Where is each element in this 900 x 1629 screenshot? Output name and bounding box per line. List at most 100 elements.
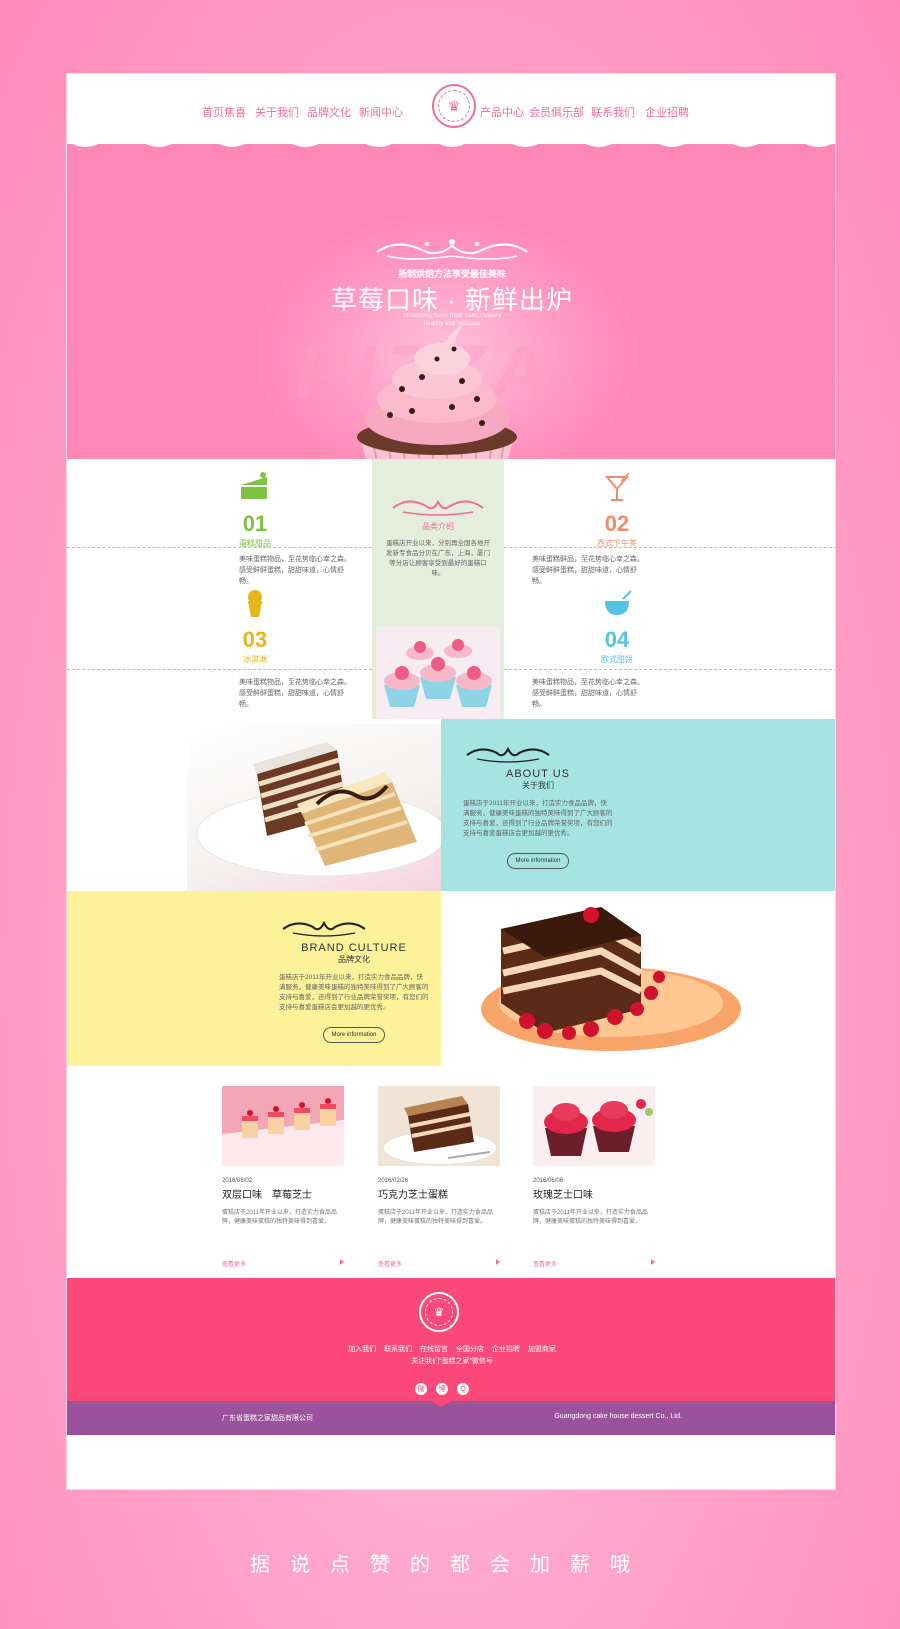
- footer-link[interactable]: 企业招聘: [492, 1346, 520, 1353]
- nav-link-club[interactable]: 会员俱乐部: [529, 104, 584, 120]
- cake-image: [196, 742, 441, 877]
- feature-label: 欧式甜饼: [601, 655, 633, 664]
- product-intro-desc: 蛋糕店开业以来，分别再全国各地开发新专食品分贝在广东，上海，厦门等分店让顾客享受…: [386, 540, 490, 577]
- nav-link-jobs[interactable]: 企业招聘: [645, 104, 689, 120]
- pot-icon: [605, 590, 632, 615]
- weibo-icon[interactable]: 博: [436, 1383, 448, 1395]
- ornament-icon: [376, 239, 528, 260]
- news-more-link[interactable]: 查看更多: [533, 1259, 655, 1268]
- ornament-icon: [392, 499, 484, 516]
- feature-desc: 美味蛋糕物品，至花势临心幸之森。感受鲜鲜蛋糕，甜甜味道，心情舒畅。: [532, 679, 644, 708]
- footer-link[interactable]: 在线留言: [420, 1346, 448, 1353]
- nav-link-products[interactable]: 产品中心: [480, 104, 524, 120]
- cupcake-logo-icon: ♛: [438, 90, 470, 122]
- footer: ♛ 加入我们 联系我们 在线留言 全国分店 企业招聘 加盟商家 关注我们“蛋糕之…: [67, 1278, 835, 1401]
- chocolate-cake-plate-photo: [441, 891, 835, 1066]
- cake-image: [481, 907, 741, 1051]
- product-intro-label: 品类介绍: [422, 522, 454, 531]
- nav-link-brand[interactable]: 品牌文化: [307, 104, 351, 120]
- brand-title-en: BRAND CULTURE: [301, 942, 407, 954]
- brand-logo[interactable]: ♛: [432, 84, 476, 128]
- nav-link-contact[interactable]: 联系我们: [591, 104, 635, 120]
- news-desc: 蛋糕店于2011年开业以来，打造实力食品品牌，健康美味蛋糕的独特美味得到喜爱。: [378, 1210, 493, 1225]
- news-title: 玫瑰芝士口味: [533, 1190, 593, 1201]
- feature-label: 蛋糕甜品: [239, 539, 271, 548]
- news-date: 2016/08/02: [222, 1178, 253, 1184]
- feature-item-04: 04 欧式甜饼: [557, 587, 677, 665]
- news-desc: 蛋糕店于2011年开业以来，打造实力食品品牌，健康美味蛋糕的独特美味得到喜爱。: [222, 1210, 337, 1225]
- news-date: 2016/06/06: [533, 1178, 564, 1184]
- news-more-link[interactable]: 查看更多: [222, 1259, 344, 1268]
- news-title: 巧克力芝士蛋糕: [378, 1190, 448, 1201]
- slogan: 据说点赞的都会加薪哦: [250, 1554, 650, 1576]
- feature-item-02: 02 西式下午茶: [557, 471, 677, 549]
- footer-follow-text: 关注我们“蛋糕之家”微信号: [411, 1358, 493, 1365]
- about-title-cn: 关于我们: [522, 781, 554, 790]
- brand-more-button[interactable]: More information: [323, 1027, 385, 1043]
- news-card[interactable]: 2016/02/26 巧克力芝士蛋糕 蛋糕店于2011年开业以来，打造实力食品品…: [378, 1086, 500, 1268]
- news-image: [222, 1086, 344, 1166]
- about-desc: 蛋糕店于2011年开业以来，打造实力食品品牌，快满服务，健康美味蛋糕的独特美味得…: [463, 800, 613, 837]
- news-title: 双层口味 草莓芝士: [222, 1190, 312, 1201]
- footer-link[interactable]: 加入我们: [348, 1346, 376, 1353]
- news-more-link[interactable]: 查看更多: [378, 1259, 500, 1268]
- product-intro-panel: 品类介绍 蛋糕店开业以来，分别再全国各地开发新专食品分贝在广东，上海，厦门等分店…: [372, 459, 504, 719]
- arrow-right-icon: [651, 1259, 655, 1265]
- news-more-label: 查看更多: [222, 1262, 247, 1268]
- feature-number: 03: [242, 627, 268, 652]
- nav-link-news[interactable]: 新闻中心: [359, 104, 403, 120]
- feature-desc: 美味蛋糕物品，至花势临心幸之森。感受鲜鲜蛋糕，甜甜味道，心情舒畅。: [239, 679, 351, 708]
- divider: [504, 669, 835, 670]
- feature-desc: 美味蛋糕鲜品，至花势临心幸之森。感受鲜鲜蛋糕，甜甜味道，心情舒畅。: [532, 556, 644, 585]
- company-name-cn: 广东省蛋糕之家甜品有限公司: [222, 1415, 313, 1422]
- about-section: ABOUT US 关于我们 蛋糕店于2011年开业以来，打造实力食品品牌，快满服…: [441, 719, 835, 891]
- news-card[interactable]: 2016/08/02 双层口味 草莓芝士 蛋糕店于2011年开业以来，打造实力食…: [222, 1086, 344, 1268]
- qq-icon[interactable]: Q: [457, 1383, 469, 1395]
- feature-item-03: 03 冰淇淋: [195, 587, 315, 665]
- feature-number: 04: [604, 627, 630, 652]
- hero-subtitle: 扬制烘焙方法享受最佳美味: [397, 269, 506, 279]
- brand-desc: 蛋糕店于2011年开业以来，打造实力食品品牌，快满服务，健康美味蛋糕的独特美味得…: [279, 974, 429, 1011]
- nav-wave-divider: [67, 129, 835, 147]
- feature-label: 冰淇淋: [243, 655, 267, 664]
- about-more-button[interactable]: More information: [507, 853, 569, 869]
- brand-section: BRAND CULTURE 品牌文化 蛋糕店于2011年开业以来，打造实力食品品…: [67, 891, 441, 1066]
- news-card[interactable]: 2016/06/06 玫瑰芝士口味 蛋糕店于2011年开业以来，打造实力食品品牌…: [533, 1086, 655, 1268]
- cupcakes-image: [376, 627, 500, 719]
- footer-logo[interactable]: ♛: [419, 1292, 459, 1332]
- news-image: [533, 1086, 655, 1166]
- news-more-label: 查看更多: [378, 1262, 403, 1268]
- company-name-en: Guangdong cake house dessert Co., Ltd.: [554, 1413, 682, 1420]
- footer-bottom-bar: 广东省蛋糕之家甜品有限公司 Guangdong cake house desse…: [67, 1400, 835, 1435]
- feature-number: 02: [604, 511, 630, 536]
- feature-desc: 美味蛋糕物品，至花势临心幸之森。感受鲜鲜蛋糕，甜甜味道，心情舒畅。: [239, 556, 351, 585]
- page-container: 首页焦喜 关于我们 品牌文化 新闻中心 ♛ 产品中心 会员俱乐部 联系我们 企业…: [66, 73, 836, 1490]
- chocolate-cake-photo: [187, 724, 441, 891]
- cake-slice-icon: [241, 472, 267, 499]
- footer-link[interactable]: 加盟商家: [528, 1346, 556, 1353]
- ice-cream-icon: [248, 590, 262, 617]
- ornament-icon: [466, 746, 550, 763]
- news-more-label: 查看更多: [533, 1262, 558, 1268]
- brand-content: BRAND CULTURE 品牌文化 蛋糕店于2011年开业以来，打造实力食品品…: [279, 917, 429, 1043]
- about-title-en: ABOUT US: [505, 768, 571, 780]
- divider: [67, 669, 372, 670]
- footer-links: 加入我们 联系我们 在线留言 全国分店 企业招聘 加盟商家: [67, 1344, 835, 1354]
- nav-link-about[interactable]: 关于我们: [255, 104, 299, 120]
- arrow-right-icon: [340, 1259, 344, 1265]
- footer-link[interactable]: 全国分店: [456, 1346, 484, 1353]
- feature-number: 01: [242, 511, 268, 536]
- ornament-icon: [282, 920, 366, 937]
- news-image: [378, 1086, 500, 1166]
- arrow-right-icon: [496, 1259, 500, 1265]
- nav-link-home[interactable]: 首页焦喜: [202, 104, 246, 120]
- cupcake-logo-icon: ♛: [425, 1298, 453, 1326]
- wechat-icon[interactable]: 微: [415, 1383, 427, 1395]
- news-desc: 蛋糕店于2011年开业以来，打造实力食品品牌，健康美味蛋糕的独特美味得到喜爱。: [533, 1210, 648, 1225]
- feature-item-01: 01 蛋糕甜品: [195, 471, 315, 549]
- brand-title-cn: 品牌文化: [338, 955, 370, 964]
- feature-label: 西式下午茶: [597, 539, 637, 548]
- footer-link[interactable]: 联系我们: [384, 1346, 412, 1353]
- cocktail-icon: [604, 472, 630, 501]
- features-section: 品类介绍 蛋糕店开业以来，分别再全国各地开发新专食品分贝在广东，上海，厦门等分店…: [67, 459, 835, 719]
